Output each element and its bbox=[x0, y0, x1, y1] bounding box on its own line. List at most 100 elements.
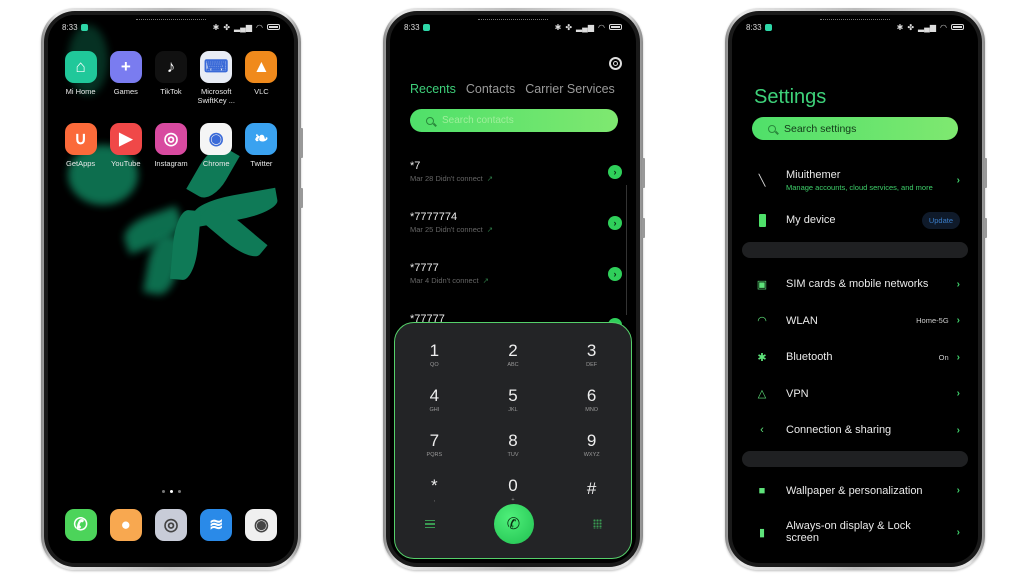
settings-item-sim-cards-mobile-networks[interactable]: ▣ SIM cards & mobile networks › bbox=[732, 266, 978, 303]
menu-icon[interactable] bbox=[424, 520, 435, 528]
call-date: Mar 4 bbox=[410, 276, 430, 285]
tab-contacts[interactable]: Contacts bbox=[466, 82, 515, 96]
page-title: Settings bbox=[754, 86, 827, 108]
chevron-right-icon: › bbox=[956, 485, 960, 497]
call-details-button[interactable]: › bbox=[608, 216, 622, 230]
phone-app-icon[interactable]: ✆ bbox=[64, 509, 97, 541]
bezel: 8:33 ✱ ✤ ▂▄▆ ◠ Settings Search settings … bbox=[728, 11, 982, 567]
search-settings-input[interactable]: Search settings bbox=[752, 117, 958, 140]
app-tiktok[interactable]: ♪ TikTok bbox=[148, 51, 193, 105]
app-label: TikTok bbox=[160, 87, 182, 96]
signal-icon: ▂▄▆ bbox=[576, 22, 595, 32]
settings-item-text: VPN bbox=[786, 388, 957, 400]
signal-icon: ▂▄▆ bbox=[234, 22, 253, 32]
app-label: Games bbox=[113, 87, 138, 96]
settings-item-bluetooth[interactable]: ✱ Bluetooth On › bbox=[732, 339, 978, 376]
settings-item-label: VPN bbox=[786, 387, 809, 400]
key-letters: GHI bbox=[429, 406, 440, 413]
scrollbar[interactable] bbox=[626, 185, 627, 315]
speaker bbox=[478, 19, 548, 21]
dial-key-4[interactable]: 4 GHI bbox=[395, 378, 474, 420]
dial-key-8[interactable]: 8 TUV bbox=[474, 423, 553, 465]
call-log-item[interactable]: *7777774 Mar 25 Didn't connect ↗ › bbox=[410, 211, 622, 262]
games-icon: + bbox=[109, 51, 142, 83]
settings-item-account[interactable]: ╲ Miuithemer Manage accounts, cloud serv… bbox=[732, 158, 978, 202]
vibrate-icon: ✤ bbox=[565, 22, 573, 32]
settings-item-label: WLAN bbox=[786, 314, 818, 327]
bezel: 8:33 ✱ ✤ ▂▄▆ ◠ Recents Contacts Carrier … bbox=[386, 11, 640, 567]
app-instagram[interactable]: ◎ Instagram bbox=[148, 123, 193, 168]
key-digit: 3 bbox=[586, 340, 597, 360]
tiktok-icon: ♪ bbox=[154, 51, 187, 83]
dialpad-toggle-icon[interactable] bbox=[592, 519, 602, 529]
app-label: Mi Home bbox=[65, 87, 96, 96]
key-letters: ABC bbox=[507, 361, 519, 368]
call-number: *7777 bbox=[410, 262, 439, 274]
tab-carrier-services[interactable]: Carrier Services bbox=[525, 82, 615, 96]
key-letters: MNO bbox=[585, 406, 599, 413]
search-contacts-input[interactable]: Search contacts bbox=[410, 109, 618, 132]
dial-key-5[interactable]: 5 JKL bbox=[474, 378, 553, 420]
settings-item-my-device[interactable]: My device Update bbox=[732, 202, 978, 238]
browser-app-icon[interactable]: ≋ bbox=[200, 509, 233, 541]
dial-key-1[interactable]: 1 QO bbox=[395, 333, 474, 375]
settings-item-wallpaper-personalization[interactable]: ■ Wallpaper & personalization › bbox=[732, 473, 978, 510]
chevron-right-icon: › bbox=[956, 526, 960, 538]
dialer-tabs: Recents Contacts Carrier Services bbox=[410, 82, 615, 96]
dial-key-7[interactable]: 7 PQRS bbox=[395, 423, 474, 465]
app-twitter[interactable]: ❧ Twitter bbox=[239, 123, 284, 168]
call-details-button[interactable]: › bbox=[608, 165, 622, 179]
settings-item-wlan[interactable]: ◠ WLAN Home-5G › bbox=[732, 303, 978, 340]
app-chrome[interactable]: ◉ Chrome bbox=[194, 123, 239, 168]
share-icon: ‹ bbox=[760, 424, 764, 437]
settings-item-vpn[interactable]: △ VPN › bbox=[732, 376, 978, 413]
dial-key-9[interactable]: 9 WXYZ bbox=[552, 423, 631, 465]
outgoing-call-icon: ↗ bbox=[482, 276, 489, 285]
dialpad-actions: ✆ bbox=[395, 504, 631, 544]
instagram-icon: ◎ bbox=[154, 123, 187, 155]
dialpad-keys: 1 QO 2 ABC 3 DEF 4 GHI 5 JKL 6 MNO 7 PQRS 8 TUV 9 WXYZ *, 0… bbox=[395, 333, 631, 510]
app-getapps[interactable]: ∪ GetApps bbox=[58, 123, 103, 168]
app-youtube[interactable]: ▶ YouTube bbox=[103, 123, 148, 168]
settings-screen: 8:33 ✱ ✤ ▂▄▆ ◠ Settings Search settings … bbox=[732, 15, 978, 563]
chevron-right-icon: › bbox=[956, 388, 960, 400]
notification-icon bbox=[80, 23, 88, 31]
chevron-right-icon: › bbox=[956, 424, 960, 436]
camera-app-icon[interactable]: ◉ bbox=[245, 509, 278, 541]
settings-item-always-on-display-lock-screen[interactable]: ▮ Always-on display & Lock screen › bbox=[732, 509, 978, 555]
page-dot-active[interactable] bbox=[169, 490, 173, 493]
app-microsoft[interactable]: ⌨ Microsoft SwiftKey ... bbox=[194, 51, 239, 105]
volume-button bbox=[300, 128, 303, 158]
update-badge[interactable]: Update bbox=[921, 211, 960, 229]
page-dot[interactable] bbox=[177, 490, 181, 493]
battery-icon bbox=[267, 24, 280, 30]
dial-key-2[interactable]: 2 ABC bbox=[474, 333, 553, 375]
power-button bbox=[300, 188, 303, 208]
swiftkey-icon: ⌨ bbox=[200, 51, 233, 83]
call-button[interactable]: ✆ bbox=[493, 504, 534, 544]
dial-key-6[interactable]: 6 MNO bbox=[552, 378, 631, 420]
call-log-item[interactable]: *7 Mar 28 Didn't connect ↗ › bbox=[410, 160, 622, 211]
clock: 8:33 bbox=[404, 22, 420, 32]
app-vlc[interactable]: ▲ VLC bbox=[239, 51, 284, 105]
bezel: 8:33 ✱ ✤ ▂▄▆ ◠ ⌂ Mi Home + Games ♪ TikTok ⌨ Mic… bbox=[44, 11, 298, 567]
call-details-button[interactable]: › bbox=[608, 267, 622, 281]
tab-recents[interactable]: Recents bbox=[410, 82, 456, 96]
security-app-icon[interactable]: ◎ bbox=[154, 509, 187, 541]
wifi-icon: ◠ bbox=[940, 22, 947, 32]
page-dot[interactable] bbox=[161, 490, 165, 493]
settings-item-connection-sharing[interactable]: ‹ Connection & sharing › bbox=[732, 412, 978, 449]
chevron-right-icon: › bbox=[956, 315, 960, 327]
call-log-item[interactable]: *7777 Mar 4 Didn't connect ↗ › bbox=[410, 262, 622, 313]
section-divider bbox=[742, 450, 968, 467]
dial-key-3[interactable]: 3 DEF bbox=[552, 333, 631, 375]
settings-item-value: Home-5G bbox=[916, 316, 949, 326]
twitter-icon: ❧ bbox=[245, 123, 278, 155]
key-digit: 1 bbox=[429, 340, 440, 360]
wifi-icon: ◠ bbox=[598, 22, 605, 32]
status-bar: 8:33 ✱ ✤ ▂▄▆ ◠ bbox=[746, 21, 964, 33]
settings-gear-icon[interactable] bbox=[609, 57, 622, 70]
app-mi-home[interactable]: ⌂ Mi Home bbox=[58, 51, 103, 105]
messages-app-icon[interactable]: ● bbox=[109, 509, 142, 541]
app-games[interactable]: + Games bbox=[103, 51, 148, 105]
